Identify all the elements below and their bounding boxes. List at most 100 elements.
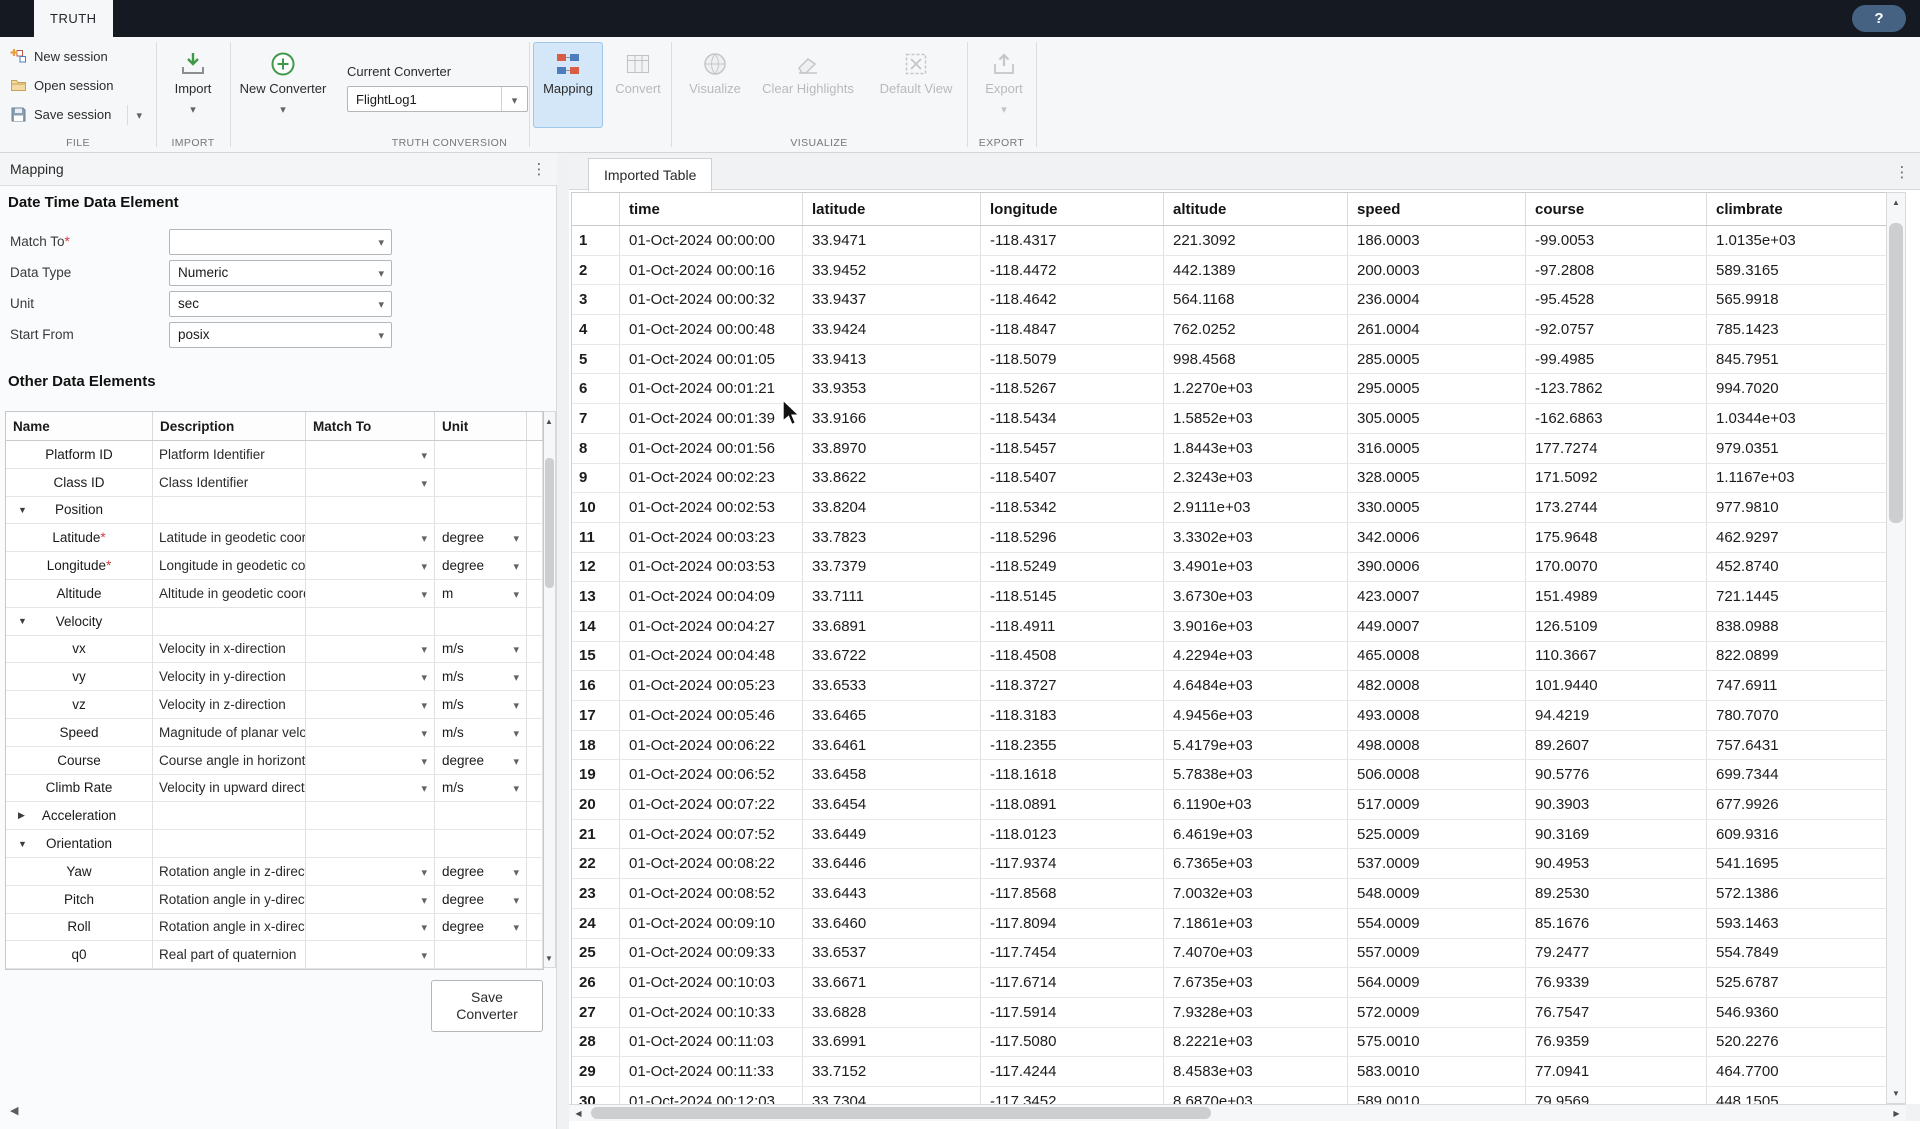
table-row[interactable]: 29 01-Oct-2024 00:11:33 33.7152 -117.424… xyxy=(572,1057,1886,1087)
expander-icon[interactable]: ▼ xyxy=(18,839,27,849)
panel-splitter[interactable] xyxy=(557,153,569,1129)
table-row[interactable]: 25 01-Oct-2024 00:09:33 33.6537 -117.745… xyxy=(572,939,1886,969)
tabstrip-options-icon[interactable] xyxy=(1894,163,1910,182)
table-row[interactable]: 1 01-Oct-2024 00:00:00 33.9471 -118.4317… xyxy=(572,226,1886,256)
match-to-combo[interactable] xyxy=(307,470,433,495)
panel-options-icon[interactable] xyxy=(531,160,547,178)
mapping-table-row[interactable]: Climb Rate Velocity in upward direction … xyxy=(6,775,543,803)
table-row[interactable]: 23 01-Oct-2024 00:08:52 33.6443 -117.856… xyxy=(572,879,1886,909)
unit-combo[interactable]: m/s xyxy=(436,692,525,717)
table-row[interactable]: 26 01-Oct-2024 00:10:03 33.6671 -117.671… xyxy=(572,968,1886,998)
mapping-table-scrollbar[interactable] xyxy=(544,411,556,968)
mapping-table-row[interactable]: ▼ Orientation xyxy=(6,830,543,858)
table-row[interactable]: 14 01-Oct-2024 00:04:27 33.6891 -118.491… xyxy=(572,612,1886,642)
match-to-combo[interactable] xyxy=(307,553,433,578)
scrollbar-thumb[interactable] xyxy=(1889,223,1903,523)
collapse-panel-icon[interactable] xyxy=(10,1101,18,1119)
scroll-up-button[interactable] xyxy=(544,414,554,428)
scrollbar-thumb[interactable] xyxy=(545,458,554,588)
unit-combo[interactable]: m/s xyxy=(436,776,525,801)
scroll-up-button[interactable] xyxy=(1887,194,1905,211)
scroll-right-button[interactable] xyxy=(1888,1105,1905,1121)
expander-icon[interactable]: ▼ xyxy=(18,616,27,626)
match-to-combo[interactable] xyxy=(307,581,433,606)
tab-imported-table[interactable]: Imported Table xyxy=(588,158,712,191)
horizontal-scrollbar[interactable] xyxy=(569,1104,1906,1121)
save-converter-button[interactable]: Save Converter xyxy=(431,980,543,1032)
tab-truth[interactable]: TRUTH xyxy=(34,0,113,37)
table-row[interactable]: 21 01-Oct-2024 00:07:52 33.6449 -118.012… xyxy=(572,820,1886,850)
match-to-combo[interactable] xyxy=(307,942,433,967)
current-converter-combo[interactable]: FlightLog1 xyxy=(347,86,528,112)
scroll-down-button[interactable] xyxy=(1887,1085,1905,1102)
unit-combo[interactable]: degree xyxy=(436,525,525,550)
table-row[interactable]: 10 01-Oct-2024 00:02:53 33.8204 -118.534… xyxy=(572,493,1886,523)
table-row[interactable]: 11 01-Oct-2024 00:03:23 33.7823 -118.529… xyxy=(572,523,1886,553)
match-to-combo[interactable] xyxy=(307,915,433,940)
table-row[interactable]: 5 01-Oct-2024 00:01:05 33.9413 -118.5079… xyxy=(572,345,1886,375)
table-row[interactable]: 7 01-Oct-2024 00:01:39 33.9166 -118.5434… xyxy=(572,404,1886,434)
table-row[interactable]: 27 01-Oct-2024 00:10:33 33.6828 -117.591… xyxy=(572,998,1886,1028)
mapping-table-row[interactable]: Course Course angle in horizontal plane … xyxy=(6,747,543,775)
match-to-combo[interactable] xyxy=(307,664,433,689)
table-row[interactable]: 2 01-Oct-2024 00:00:16 33.9452 -118.4472… xyxy=(572,256,1886,286)
save-session-button[interactable]: Save session xyxy=(0,100,150,129)
unit-combo[interactable]: m/s xyxy=(436,664,525,689)
vertical-scrollbar[interactable] xyxy=(1886,192,1906,1104)
unit-combo[interactable]: m/s xyxy=(436,720,525,745)
table-row[interactable]: 6 01-Oct-2024 00:01:21 33.9353 -118.5267… xyxy=(572,374,1886,404)
table-row[interactable]: 19 01-Oct-2024 00:06:52 33.6458 -118.161… xyxy=(572,760,1886,790)
mapping-table-row[interactable]: Longitude* Longitude in geodetic coordin… xyxy=(6,552,543,580)
mapping-table-row[interactable]: Yaw Rotation angle in z-direction degree xyxy=(6,858,543,886)
match-to-combo[interactable] xyxy=(307,887,433,912)
import-button[interactable]: Import xyxy=(156,42,230,128)
table-row[interactable]: 12 01-Oct-2024 00:03:53 33.7379 -118.524… xyxy=(572,553,1886,583)
table-row[interactable]: 8 01-Oct-2024 00:01:56 33.8970 -118.5457… xyxy=(572,434,1886,464)
table-row[interactable]: 30 01-Oct-2024 00:12:03 33.7304 -117.345… xyxy=(572,1087,1886,1104)
match-to-combo[interactable] xyxy=(307,776,433,801)
mapping-table-row[interactable]: ▼ Position xyxy=(6,497,543,525)
mapping-table-row[interactable]: vy Velocity in y-direction m/s xyxy=(6,663,543,691)
table-row[interactable]: 3 01-Oct-2024 00:00:32 33.9437 -118.4642… xyxy=(572,285,1886,315)
table-row[interactable]: 4 01-Oct-2024 00:00:48 33.9424 -118.4847… xyxy=(572,315,1886,345)
mapping-table-row[interactable]: Class ID Class Identifier xyxy=(6,469,543,497)
table-row[interactable]: 20 01-Oct-2024 00:07:22 33.6454 -118.089… xyxy=(572,790,1886,820)
match-to-combo[interactable] xyxy=(307,720,433,745)
mapping-table-row[interactable]: Altitude Altitude in geodetic coordinate… xyxy=(6,580,543,608)
unit-combo[interactable]: degree xyxy=(436,859,525,884)
table-row[interactable]: 17 01-Oct-2024 00:05:46 33.6465 -118.318… xyxy=(572,701,1886,731)
match-to-combo[interactable] xyxy=(307,859,433,884)
expander-icon[interactable]: ▼ xyxy=(18,505,27,515)
unit-combo[interactable]: m/s xyxy=(436,637,525,662)
unit-combo[interactable]: degree xyxy=(436,915,525,940)
mapping-table-row[interactable]: Speed Magnitude of planar velocity m/s xyxy=(6,719,543,747)
save-session-dropdown[interactable] xyxy=(127,105,142,125)
unit-combo[interactable]: m xyxy=(436,581,525,606)
mapping-button[interactable]: Mapping xyxy=(533,42,603,128)
open-session-button[interactable]: Open session xyxy=(0,71,150,100)
unit-combo[interactable]: degree xyxy=(436,553,525,578)
match-to-combo[interactable] xyxy=(307,692,433,717)
mapping-table-row[interactable]: vz Velocity in z-direction m/s xyxy=(6,691,543,719)
table-row[interactable]: 28 01-Oct-2024 00:11:03 33.6991 -117.508… xyxy=(572,1028,1886,1058)
mapping-table-row[interactable]: Latitude* Latitude in geodetic coordinat… xyxy=(6,524,543,552)
mapping-table-row[interactable]: ▼ Velocity xyxy=(6,608,543,636)
match-to-combo[interactable] xyxy=(307,442,433,467)
unit-combo[interactable]: degree xyxy=(436,887,525,912)
scroll-down-button[interactable] xyxy=(544,951,554,965)
field-dropdown[interactable]: posix xyxy=(169,322,392,348)
field-dropdown[interactable] xyxy=(169,229,392,255)
table-row[interactable]: 16 01-Oct-2024 00:05:23 33.6533 -118.372… xyxy=(572,671,1886,701)
mapping-table-row[interactable]: Platform ID Platform Identifier xyxy=(6,441,543,469)
match-to-combo[interactable] xyxy=(307,748,433,773)
new-converter-button[interactable]: New Converter xyxy=(232,42,334,128)
expander-icon[interactable]: ▶ xyxy=(18,810,25,821)
field-dropdown[interactable]: sec xyxy=(169,291,392,317)
table-row[interactable]: 22 01-Oct-2024 00:08:22 33.6446 -117.937… xyxy=(572,849,1886,879)
scroll-left-button[interactable] xyxy=(570,1105,587,1121)
table-row[interactable]: 9 01-Oct-2024 00:02:23 33.8622 -118.5407… xyxy=(572,464,1886,494)
current-converter-dropdown[interactable] xyxy=(501,87,527,111)
mapping-table-row[interactable]: q0 Real part of quaternion xyxy=(6,941,543,969)
table-row[interactable]: 15 01-Oct-2024 00:04:48 33.6722 -118.450… xyxy=(572,642,1886,672)
mapping-table-row[interactable]: Roll Rotation angle in x-direction degre… xyxy=(6,914,543,942)
